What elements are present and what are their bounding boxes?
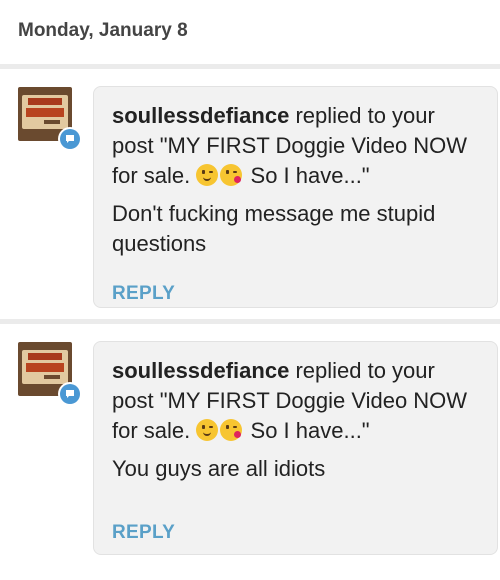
- post-suffix[interactable]: So I have...": [251, 163, 370, 188]
- reply-badge: [58, 382, 82, 406]
- winking-tongue-emoji-icon: [196, 164, 219, 186]
- reply-comment: You guys are all idiots: [112, 456, 326, 481]
- notification-bubble: soullessdefiance replied to your post "M…: [93, 86, 498, 308]
- speech-bubble-icon: [60, 384, 80, 404]
- notification-headline: soullessdefiance replied to your post "M…: [112, 101, 479, 191]
- date-header: Monday, January 8: [18, 20, 188, 41]
- reply-button[interactable]: REPLY: [112, 283, 175, 305]
- reply-badge: [58, 127, 82, 151]
- notification-item: soullessdefiance replied to your post "M…: [0, 324, 500, 574]
- notification-item: soullessdefiance replied to your post "M…: [0, 69, 500, 319]
- avatar-container[interactable]: [18, 87, 82, 151]
- speech-bubble-icon: [60, 129, 80, 149]
- winking-tongue-emoji-icon: [196, 419, 219, 441]
- username-link[interactable]: soullessdefiance: [112, 358, 289, 383]
- avatar-container[interactable]: [18, 342, 82, 406]
- kissing-heart-emoji-icon: [220, 419, 243, 441]
- post-suffix[interactable]: So I have...": [251, 418, 370, 443]
- notification-headline: soullessdefiance replied to your post "M…: [112, 356, 479, 446]
- username-link[interactable]: soullessdefiance: [112, 103, 289, 128]
- kissing-heart-emoji-icon: [220, 164, 243, 186]
- reply-button[interactable]: REPLY: [112, 522, 175, 544]
- reply-comment: Don't fucking message me stupid question…: [112, 201, 436, 256]
- notification-bubble: soullessdefiance replied to your post "M…: [93, 341, 498, 555]
